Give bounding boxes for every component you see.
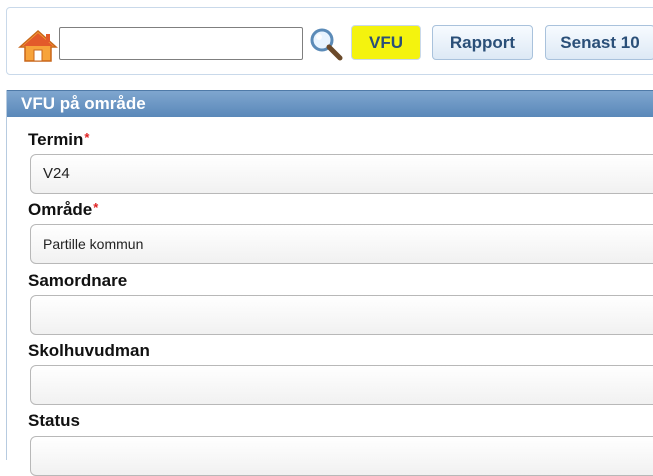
skolhuvudman-select[interactable] [30, 365, 653, 405]
omrade-label: Område* [28, 200, 98, 220]
toolbar: VFU Rapport Senast 10 [6, 7, 653, 75]
required-marker: * [84, 130, 90, 145]
termin-select[interactable]: V24 [30, 154, 653, 194]
skolhuvudman-label: Skolhuvudman [28, 341, 150, 360]
home-icon[interactable] [18, 28, 58, 64]
senast-10-button[interactable]: Senast 10 [545, 25, 653, 60]
termin-label: Termin* [28, 130, 89, 150]
termin-label-text: Termin [28, 130, 84, 149]
vfu-button[interactable]: VFU [351, 25, 421, 60]
status-label: Status [28, 411, 80, 430]
rapport-button[interactable]: Rapport [432, 25, 533, 60]
panel-title: VFU på område [7, 90, 653, 117]
vfu-panel: VFU på område Termin* V24 Område* Partil… [6, 90, 653, 476]
omrade-label-text: Område [28, 200, 93, 219]
magnifier-icon[interactable] [308, 26, 344, 62]
samordnare-select[interactable] [30, 295, 653, 335]
required-marker: * [93, 200, 99, 215]
status-select[interactable] [30, 436, 653, 476]
samordnare-label: Samordnare [28, 271, 128, 290]
search-input[interactable] [59, 27, 303, 60]
omrade-select[interactable]: Partille kommun [30, 224, 653, 264]
